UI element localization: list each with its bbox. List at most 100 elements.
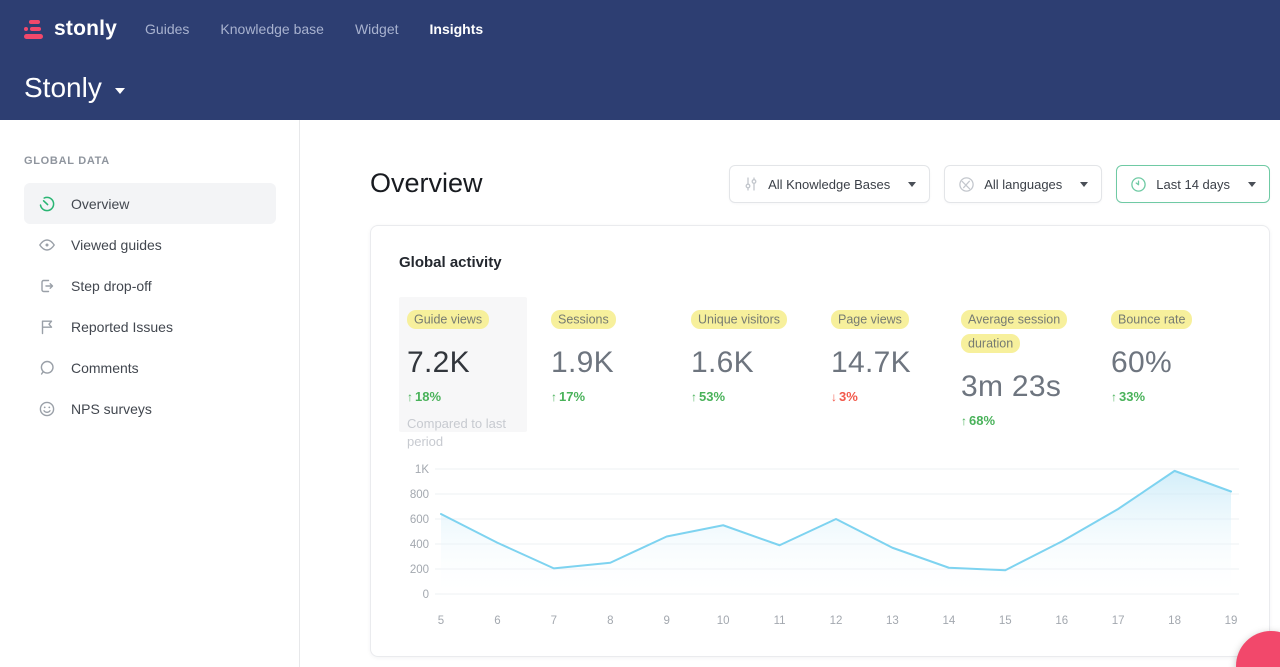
sidebar-section-label: GLOBAL DATA bbox=[24, 155, 276, 167]
sidebar-item-comments[interactable]: Comments bbox=[24, 347, 276, 388]
nav-guides[interactable]: Guides bbox=[145, 21, 189, 37]
svg-text:800: 800 bbox=[410, 489, 429, 501]
svg-text:0: 0 bbox=[423, 589, 429, 601]
svg-text:7: 7 bbox=[551, 615, 557, 627]
metric-label: Bounce rate bbox=[1111, 310, 1192, 329]
svg-text:13: 13 bbox=[886, 615, 899, 627]
sidebar-item-step-drop-off[interactable]: Step drop-off bbox=[24, 265, 276, 306]
sidebar-item-overview[interactable]: Overview bbox=[24, 183, 276, 224]
svg-text:15: 15 bbox=[999, 615, 1012, 627]
metric-note: Compared to last period bbox=[407, 415, 519, 450]
metrics-row: Guide views 7.2K ↑18% Compared to last p… bbox=[399, 297, 1241, 432]
metric-sessions: Sessions 1.9K ↑17% bbox=[551, 297, 691, 432]
stonly-logo[interactable]: stonly bbox=[24, 17, 117, 41]
svg-text:9: 9 bbox=[664, 615, 670, 627]
nav-insights[interactable]: Insights bbox=[430, 21, 484, 37]
smiley-icon bbox=[38, 400, 56, 418]
metric-change: ↓3% bbox=[831, 389, 961, 404]
logo-text: stonly bbox=[54, 17, 117, 41]
knowledge-bases-dropdown[interactable]: All Knowledge Bases bbox=[729, 165, 930, 203]
svg-text:17: 17 bbox=[1112, 615, 1125, 627]
workspace-name: Stonly bbox=[24, 72, 102, 104]
sliders-icon bbox=[743, 176, 759, 192]
metric-unique-visitors: Unique visitors 1.6K ↑53% bbox=[691, 297, 831, 432]
chevron-down-icon bbox=[908, 182, 916, 187]
chevron-down-icon bbox=[1080, 182, 1088, 187]
metric-guide-views: Guide views 7.2K ↑18% Compared to last p… bbox=[399, 297, 527, 432]
trend-arrow-icon: ↑ bbox=[961, 414, 967, 428]
globe-icon bbox=[958, 176, 975, 193]
flag-icon bbox=[38, 318, 56, 336]
svg-text:200: 200 bbox=[410, 564, 429, 576]
date-range-value: Last 14 days bbox=[1156, 177, 1230, 192]
metric-label: Average session duration bbox=[961, 310, 1067, 353]
metric-label: Guide views bbox=[407, 310, 489, 329]
svg-text:600: 600 bbox=[410, 514, 429, 526]
app-header: stonly Guides Knowledge base Widget Insi… bbox=[0, 0, 1280, 120]
svg-text:14: 14 bbox=[942, 615, 955, 627]
svg-text:19: 19 bbox=[1225, 615, 1238, 627]
svg-text:1K: 1K bbox=[415, 464, 429, 476]
metric-label: Page views bbox=[831, 310, 909, 329]
activity-chart: 0 200 400 600 800 1K 5 6 7 8 9 10 11 12 13 14 15 16 17 18 19 bbox=[399, 459, 1241, 652]
trend-arrow-icon: ↑ bbox=[691, 390, 697, 404]
metric-change: ↑33% bbox=[1111, 389, 1231, 404]
svg-text:11: 11 bbox=[774, 615, 786, 627]
clock-icon bbox=[1130, 176, 1147, 193]
nav-widget[interactable]: Widget bbox=[355, 21, 399, 37]
metric-value: 60% bbox=[1111, 346, 1231, 380]
svg-text:18: 18 bbox=[1168, 615, 1181, 627]
eye-icon bbox=[38, 236, 56, 254]
languages-dropdown[interactable]: All languages bbox=[944, 165, 1102, 203]
sidebar: GLOBAL DATA Overview Viewed guides Step … bbox=[0, 120, 300, 667]
metric-value: 14.7K bbox=[831, 346, 961, 380]
svg-text:12: 12 bbox=[830, 615, 843, 627]
trend-arrow-icon: ↓ bbox=[831, 390, 837, 404]
metric-bounce-rate: Bounce rate 60% ↑33% bbox=[1111, 297, 1231, 432]
metric-avg-session-duration: Average session duration 3m 23s ↑68% bbox=[961, 297, 1111, 432]
filters: All Knowledge Bases All languages bbox=[729, 165, 1270, 203]
sidebar-item-label: Overview bbox=[71, 196, 129, 212]
trend-arrow-icon: ↑ bbox=[1111, 390, 1117, 404]
sidebar-item-label: Step drop-off bbox=[71, 278, 152, 294]
stonly-logo-icon bbox=[24, 20, 45, 39]
svg-text:8: 8 bbox=[607, 615, 613, 627]
metric-change: ↑17% bbox=[551, 389, 691, 404]
chevron-down-icon bbox=[1248, 182, 1256, 187]
knowledge-bases-value: All Knowledge Bases bbox=[768, 177, 890, 192]
metric-value: 7.2K bbox=[407, 346, 519, 380]
top-navigation: stonly Guides Knowledge base Widget Insi… bbox=[24, 10, 1256, 48]
metric-value: 1.6K bbox=[691, 346, 831, 380]
svg-text:400: 400 bbox=[410, 539, 429, 551]
metric-page-views: Page views 14.7K ↓3% bbox=[831, 297, 961, 432]
sidebar-item-viewed-guides[interactable]: Viewed guides bbox=[24, 224, 276, 265]
comment-icon bbox=[38, 359, 56, 377]
svg-text:16: 16 bbox=[1055, 615, 1068, 627]
sidebar-item-nps-surveys[interactable]: NPS surveys bbox=[24, 388, 276, 429]
sidebar-item-label: Comments bbox=[71, 360, 139, 376]
metric-change: ↑53% bbox=[691, 389, 831, 404]
metric-change: ↑18% bbox=[407, 389, 519, 404]
page-title: Overview bbox=[370, 165, 483, 199]
svg-text:6: 6 bbox=[494, 615, 500, 627]
languages-value: All languages bbox=[984, 177, 1062, 192]
nav-knowledge-base[interactable]: Knowledge base bbox=[220, 21, 324, 37]
gauge-icon bbox=[38, 195, 56, 213]
sidebar-item-reported-issues[interactable]: Reported Issues bbox=[24, 306, 276, 347]
svg-text:5: 5 bbox=[438, 615, 444, 627]
card-title: Global activity bbox=[399, 254, 1241, 271]
workspace-switcher[interactable]: Stonly bbox=[24, 72, 125, 104]
main-content: Overview All Knowledge Bases bbox=[300, 120, 1280, 667]
area-chart-svg: 0 200 400 600 800 1K 5 6 7 8 9 10 11 12 13 14 15 16 17 18 19 bbox=[399, 459, 1243, 647]
trend-arrow-icon: ↑ bbox=[551, 390, 557, 404]
global-activity-card: Global activity Guide views 7.2K ↑18% Co… bbox=[370, 225, 1270, 657]
sidebar-item-label: NPS surveys bbox=[71, 401, 152, 417]
date-range-dropdown[interactable]: Last 14 days bbox=[1116, 165, 1270, 203]
metric-value: 3m 23s bbox=[961, 370, 1111, 404]
svg-text:10: 10 bbox=[717, 615, 730, 627]
metric-label: Unique visitors bbox=[691, 310, 787, 329]
metric-value: 1.9K bbox=[551, 346, 691, 380]
step-exit-icon bbox=[38, 277, 56, 295]
metric-label: Sessions bbox=[551, 310, 616, 329]
sidebar-item-label: Viewed guides bbox=[71, 237, 162, 253]
